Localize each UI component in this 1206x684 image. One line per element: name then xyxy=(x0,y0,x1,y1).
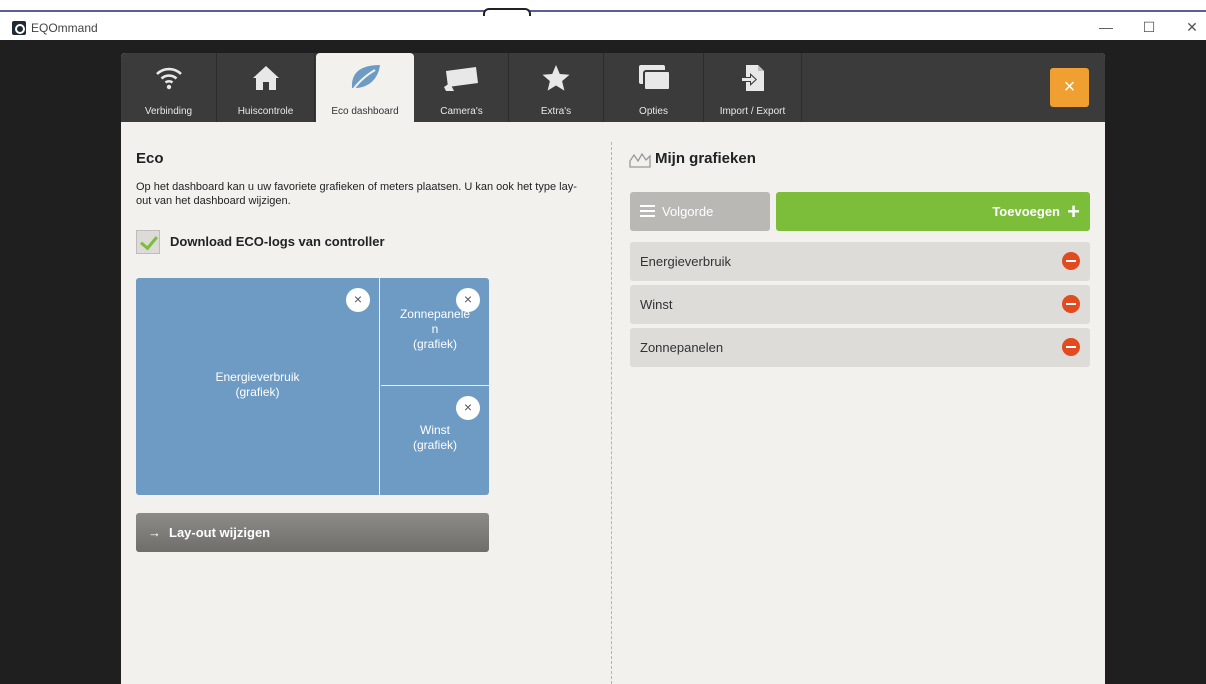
wifi-icon xyxy=(154,63,184,96)
remove-graph-icon[interactable] xyxy=(1062,252,1080,270)
remove-graph-icon[interactable] xyxy=(1062,295,1080,313)
graph-item-label: Winst xyxy=(640,297,673,312)
eco-title: Eco xyxy=(136,150,164,167)
tab-label: Verbinding xyxy=(144,106,193,117)
my-graphs-title: Mijn grafieken xyxy=(655,150,756,167)
import-export-icon xyxy=(738,63,768,96)
leaf-icon xyxy=(348,63,382,98)
navbar: Verbinding Huiscontrole Eco dashboard Ca… xyxy=(121,53,1105,122)
tile-type: (grafiek) xyxy=(412,337,457,351)
tab-label: Huiscontrole xyxy=(237,106,294,117)
tab-label: Eco dashboard xyxy=(331,106,399,117)
tab-divider xyxy=(314,53,315,122)
graph-item-label: Zonnepanelen xyxy=(640,340,724,355)
tile-type: (grafiek) xyxy=(235,385,280,399)
eco-description: Op het dashboard kan u uw favoriete graf… xyxy=(136,181,577,207)
tile-type: (grafiek) xyxy=(412,438,457,452)
titlebar-accent-line xyxy=(0,10,1206,12)
window-close-button[interactable]: ✕ xyxy=(1180,16,1204,38)
tab-huiscontrole[interactable]: Huiscontrole xyxy=(217,53,314,122)
tab-verbinding[interactable]: Verbinding xyxy=(121,53,216,122)
window-titlebar: EQOmmand — ☐ ✕ xyxy=(0,0,1206,40)
tile-name: Energieverbruik xyxy=(215,370,300,384)
tab-label: Extra's xyxy=(540,106,572,117)
menu-icon xyxy=(640,205,655,218)
titlebar-notch xyxy=(483,8,531,16)
tab-cameras[interactable]: Camera's xyxy=(415,53,508,122)
house-icon xyxy=(251,63,281,96)
camera-icon xyxy=(442,63,482,96)
graph-list-item[interactable]: Energieverbruik xyxy=(630,242,1090,281)
download-logs-label[interactable]: Download ECO-logs van controller xyxy=(170,234,385,249)
dashboard-layout-preview: Energieverbruik (grafiek) × Zonnepanele … xyxy=(136,278,489,495)
graph-list-item[interactable]: Zonnepanelen xyxy=(630,328,1090,367)
tile-name-wrap: n xyxy=(431,322,439,336)
minimize-button[interactable]: — xyxy=(1094,16,1118,38)
download-logs-checkbox[interactable] xyxy=(136,230,160,254)
remove-tile-button[interactable]: × xyxy=(346,288,370,312)
tab-label: Opties xyxy=(639,106,668,117)
line-chart-icon xyxy=(629,152,651,173)
change-layout-label: Lay-out wijzigen xyxy=(169,525,271,540)
tab-opties[interactable]: Opties xyxy=(604,53,703,122)
dashboard-tile-zonnepanelen[interactable]: Zonnepanele n (grafiek) × xyxy=(381,278,489,386)
change-layout-button[interactable]: → Lay-out wijzigen xyxy=(136,513,489,552)
graph-list-item[interactable]: Winst xyxy=(630,285,1090,324)
app-logo-icon xyxy=(12,21,26,35)
windows-icon xyxy=(637,63,671,96)
window-title: EQOmmand xyxy=(31,21,98,35)
tab-import-export[interactable]: Import / Export xyxy=(704,53,801,122)
tab-eco-dashboard[interactable]: Eco dashboard xyxy=(316,53,414,122)
add-label: Toevoegen xyxy=(992,204,1060,219)
maximize-button[interactable]: ☐ xyxy=(1137,16,1161,38)
dashboard-tile-winst[interactable]: Winst (grafiek) × xyxy=(381,387,489,495)
remove-tile-button[interactable]: × xyxy=(456,396,480,420)
arrow-right-icon: → xyxy=(148,525,161,540)
star-icon xyxy=(541,63,571,96)
plus-icon: + xyxy=(1067,199,1080,224)
remove-tile-button[interactable]: × xyxy=(456,288,480,312)
main-panel: Verbinding Huiscontrole Eco dashboard Ca… xyxy=(121,53,1105,684)
tab-label: Camera's xyxy=(440,106,483,117)
tab-divider xyxy=(801,53,802,122)
remove-graph-icon[interactable] xyxy=(1062,338,1080,356)
tab-label: Import / Export xyxy=(719,106,786,117)
tab-extras[interactable]: Extra's xyxy=(509,53,603,122)
close-panel-button[interactable]: × xyxy=(1050,68,1089,107)
order-button[interactable]: Volgorde xyxy=(630,192,770,231)
add-graph-button[interactable]: Toevoegen + xyxy=(776,192,1090,231)
tile-name: Winst xyxy=(420,423,450,437)
dashboard-tile-energieverbruik[interactable]: Energieverbruik (grafiek) × xyxy=(136,278,380,495)
graph-item-label: Energieverbruik xyxy=(640,254,732,269)
column-divider xyxy=(611,142,612,684)
order-label: Volgorde xyxy=(662,204,714,219)
